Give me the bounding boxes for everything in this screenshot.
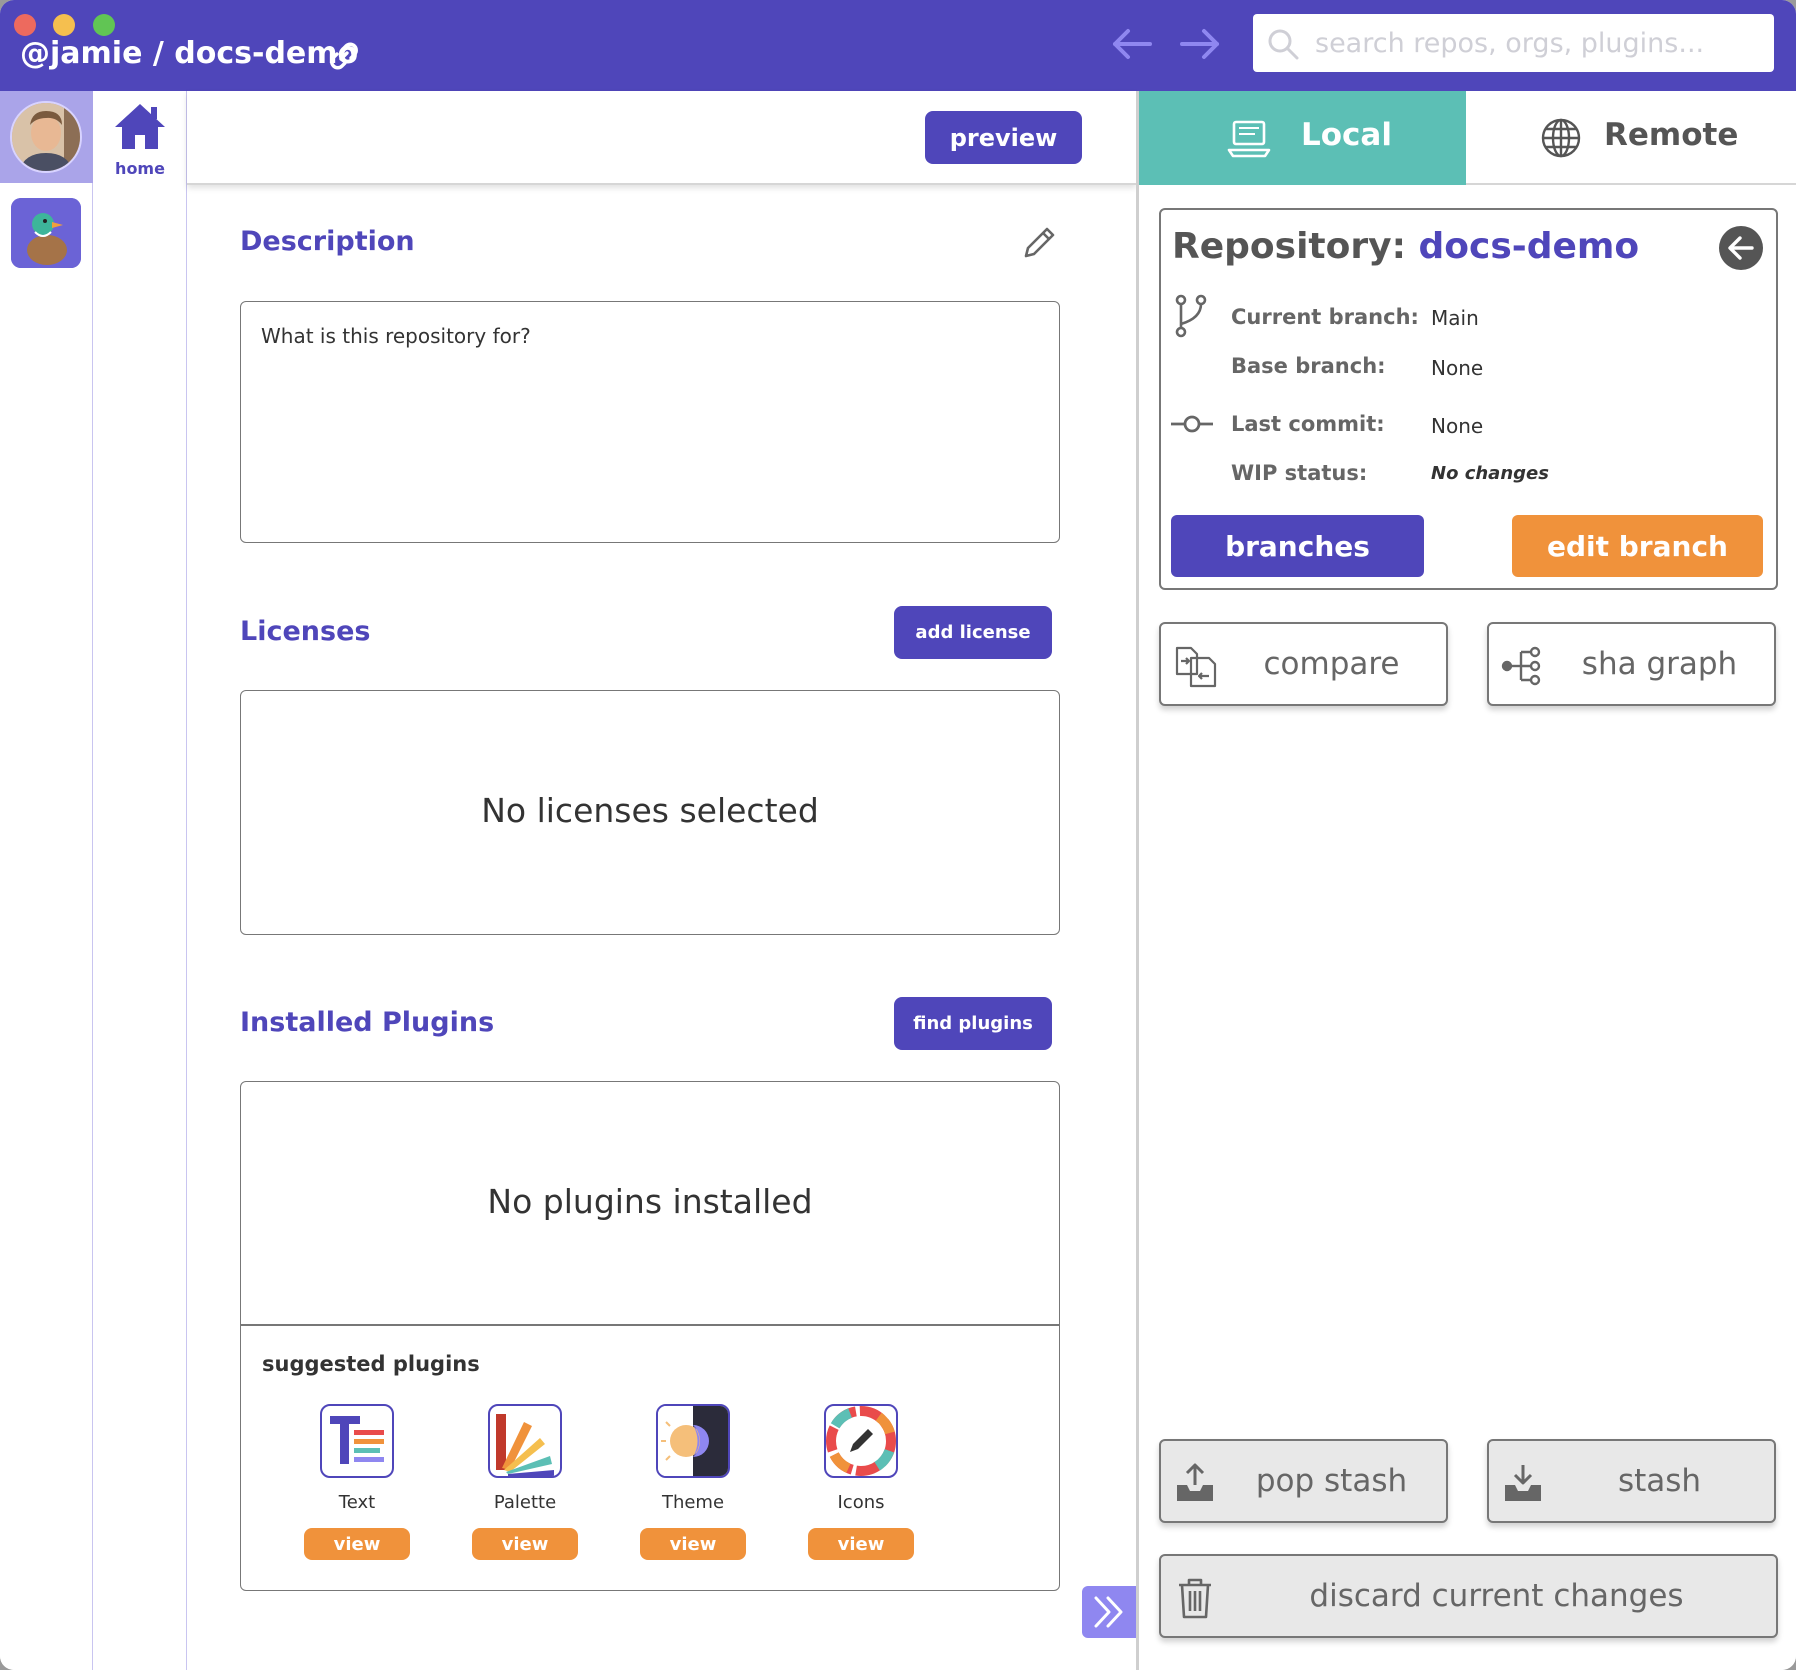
- minimize-window-button[interactable]: [53, 14, 75, 36]
- title-bar: @jamie / docs-demo: [0, 0, 1796, 91]
- plugin-name: Palette: [493, 1492, 557, 1513]
- wip-status-value: No changes: [1431, 463, 1549, 484]
- suggested-plugin: Theme view: [638, 1404, 748, 1564]
- home-column: home: [93, 91, 187, 1670]
- suggested-plugins-label: suggested plugins: [262, 1352, 480, 1376]
- search-icon: [1268, 29, 1299, 60]
- app-window: @jamie / docs-demo search repos, orgs, p…: [0, 0, 1796, 1670]
- theme-plugin-icon[interactable]: [656, 1404, 730, 1478]
- avatar[interactable]: [10, 101, 82, 173]
- sha-graph-button[interactable]: sha graph: [1487, 622, 1776, 706]
- compare-files-icon: [1175, 646, 1217, 688]
- plugins-box: No plugins installed suggested plugins T…: [240, 1081, 1060, 1591]
- search-input[interactable]: [1315, 14, 1760, 72]
- preview-button[interactable]: preview: [925, 111, 1082, 164]
- plugin-name: Theme: [661, 1492, 725, 1513]
- current-branch-value: Main: [1431, 306, 1479, 330]
- last-commit-label: Last commit:: [1231, 412, 1385, 436]
- home-label: home: [115, 159, 165, 178]
- icons-plugin-icon[interactable]: [824, 1404, 898, 1478]
- licenses-title: Licenses: [240, 616, 371, 647]
- home-icon: [115, 104, 165, 149]
- arrow-left-icon: [1728, 236, 1754, 260]
- description-title: Description: [240, 226, 415, 257]
- repository-label: Repository:: [1172, 226, 1406, 267]
- view-plugin-button[interactable]: view: [304, 1528, 410, 1560]
- globe-icon: [1541, 118, 1581, 158]
- back-button[interactable]: [1719, 226, 1763, 270]
- licenses-empty-message: No licenses selected: [481, 791, 819, 830]
- git-commit-icon: [1171, 415, 1213, 433]
- duck-app-icon[interactable]: [11, 198, 81, 268]
- graph-tree-icon: [1501, 646, 1541, 686]
- discard-changes-button[interactable]: discard current changes: [1159, 1554, 1778, 1638]
- suggested-plugin: Text view: [302, 1404, 412, 1564]
- download-tray-icon: [1505, 1465, 1541, 1501]
- forward-arrow-icon[interactable]: [1178, 26, 1222, 62]
- close-window-button[interactable]: [14, 14, 36, 36]
- tab-remote[interactable]: Remote: [1466, 91, 1796, 185]
- installed-plugins-title: Installed Plugins: [240, 1007, 495, 1038]
- main-panel: preview Description What is this reposit…: [187, 91, 1136, 1670]
- add-license-button[interactable]: add license: [894, 606, 1052, 659]
- pop-stash-label: pop stash: [1255, 1463, 1408, 1499]
- sha-graph-label: sha graph: [1581, 646, 1738, 682]
- trash-icon: [1179, 1578, 1211, 1619]
- suggested-plugin: Palette view: [470, 1404, 580, 1564]
- branches-button[interactable]: branches: [1171, 515, 1424, 577]
- stash-label: stash: [1617, 1463, 1702, 1499]
- back-arrow-icon[interactable]: [1110, 26, 1154, 62]
- plugin-name: Icons: [837, 1492, 885, 1513]
- divider: [241, 1324, 1059, 1326]
- maximize-window-button[interactable]: [93, 14, 115, 36]
- expand-panel-button[interactable]: [1082, 1586, 1136, 1638]
- tab-local-label: Local: [1301, 117, 1392, 153]
- find-plugins-button[interactable]: find plugins: [894, 997, 1052, 1050]
- base-branch-label: Base branch:: [1231, 354, 1386, 378]
- right-panel: Local Remote Repository: docs-demo Curre…: [1139, 91, 1796, 1670]
- plugin-name: Text: [338, 1492, 376, 1513]
- plugins-empty-message: No plugins installed: [487, 1182, 813, 1221]
- upload-tray-icon: [1177, 1463, 1213, 1501]
- text-plugin-icon[interactable]: [320, 1404, 394, 1478]
- repo-path-title: @jamie / docs-demo: [20, 36, 359, 71]
- tab-local[interactable]: Local: [1139, 91, 1466, 185]
- compare-label: compare: [1263, 646, 1400, 682]
- repository-card: Repository: docs-demo Current branch: Ma…: [1159, 208, 1778, 590]
- licenses-box: No licenses selected: [240, 690, 1060, 935]
- view-plugin-button[interactable]: view: [640, 1528, 746, 1560]
- search-box: [1253, 14, 1774, 72]
- pencil-icon[interactable]: [1020, 224, 1058, 262]
- main-header: preview: [187, 91, 1136, 185]
- double-chevron-right-icon: [1094, 1596, 1123, 1628]
- pop-stash-button[interactable]: pop stash: [1159, 1439, 1448, 1523]
- home-button[interactable]: home: [93, 101, 187, 183]
- current-branch-label: Current branch:: [1231, 305, 1419, 329]
- link-icon[interactable]: [326, 38, 362, 74]
- compare-button[interactable]: compare: [1159, 622, 1448, 706]
- git-branch-icon: [1175, 294, 1207, 338]
- laptop-icon: [1227, 120, 1271, 158]
- last-commit-value: None: [1431, 414, 1484, 438]
- tab-remote-label: Remote: [1604, 117, 1739, 153]
- edit-branch-button[interactable]: edit branch: [1512, 515, 1763, 577]
- left-rail: [0, 91, 93, 1670]
- stash-button[interactable]: stash: [1487, 1439, 1776, 1523]
- view-plugin-button[interactable]: view: [472, 1528, 578, 1560]
- discard-changes-label: discard current changes: [1309, 1578, 1684, 1614]
- repository-title: Repository: docs-demo: [1172, 226, 1639, 267]
- palette-plugin-icon[interactable]: [488, 1404, 562, 1478]
- repository-name: docs-demo: [1418, 226, 1640, 267]
- user-avatar-cell[interactable]: [0, 91, 93, 183]
- wip-status-label: WIP status:: [1231, 461, 1368, 485]
- base-branch-value: None: [1431, 356, 1484, 380]
- description-textarea[interactable]: What is this repository for?: [240, 301, 1060, 543]
- view-plugin-button[interactable]: view: [808, 1528, 914, 1560]
- suggested-plugin: Icons view: [806, 1404, 916, 1564]
